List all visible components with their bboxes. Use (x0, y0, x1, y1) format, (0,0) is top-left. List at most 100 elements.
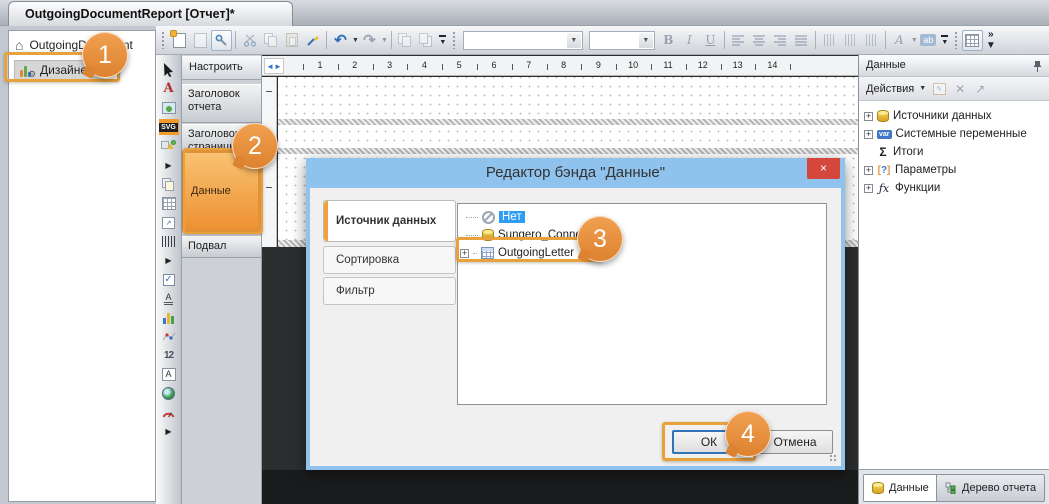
expand-plus-icon[interactable]: + (864, 166, 873, 175)
text-color-dropdown-icon[interactable]: ▼ (911, 37, 918, 44)
band-separator[interactable] (278, 148, 858, 154)
ruler-number: 8 (556, 60, 572, 70)
actions-dropdown-icon[interactable]: ▼ (919, 85, 926, 92)
expand-plus-icon[interactable]: + (864, 184, 873, 193)
cut-icon[interactable] (239, 30, 260, 51)
band-report-title[interactable]: Заголовок отчета (182, 84, 261, 123)
ruler-number: 13 (730, 60, 746, 70)
toolbar-grip[interactable] (954, 31, 959, 49)
paste-icon[interactable] (281, 30, 302, 51)
send-backward-icon[interactable] (416, 30, 437, 51)
italic-button[interactable]: I (679, 30, 700, 51)
pointer-tool-icon[interactable] (160, 62, 178, 77)
document-tab[interactable]: OutgoingDocumentReport [Отчет]* (8, 1, 293, 26)
view-icon[interactable]: ↗ (972, 80, 988, 98)
expand-plus-icon[interactable]: + (864, 112, 873, 121)
ruler-arrows-icon[interactable]: ◄► (264, 58, 284, 74)
textbox-tool-icon[interactable]: A (160, 367, 178, 382)
barcode-tool-icon[interactable] (160, 234, 178, 249)
ruler-tick (303, 64, 304, 70)
toolbox-more-icon[interactable]: ▶ (160, 424, 178, 439)
valign-bottom-icon[interactable] (861, 30, 882, 51)
expand-plus-icon[interactable]: + (864, 130, 873, 139)
subreport-tool-icon[interactable]: ↗ (160, 215, 178, 230)
toolbar-overflow-icon[interactable]: ▼ (939, 30, 951, 51)
ruler-tick (790, 64, 791, 70)
align-left-icon[interactable] (728, 30, 749, 51)
tab-sort[interactable]: Сортировка (323, 246, 456, 274)
new-report-icon[interactable] (169, 30, 190, 51)
band-configure-header[interactable]: Настроить (182, 56, 261, 80)
shape-tool-icon[interactable]: ▲ (160, 139, 178, 154)
pin-icon[interactable] (1033, 60, 1042, 73)
ruler-tick (616, 64, 617, 70)
redo-icon[interactable]: ↷ (359, 30, 380, 51)
ruler-number: 4 (416, 60, 432, 70)
band-separator[interactable] (278, 119, 858, 125)
chart-tool-icon[interactable] (160, 310, 178, 325)
shape-more-icon[interactable]: ▶ (160, 158, 178, 173)
actions-menu[interactable]: Действия (866, 83, 914, 95)
ruler-tick (686, 64, 687, 70)
page-setup-icon[interactable] (190, 30, 211, 51)
checkbox-tool-icon[interactable]: ✓ (160, 272, 178, 287)
close-icon[interactable]: × (807, 158, 840, 179)
copy-icon[interactable] (260, 30, 281, 51)
band-footer[interactable]: Подвал (182, 236, 261, 258)
toolbar-expand-icon[interactable]: »▼ (983, 30, 999, 51)
map-tool-icon[interactable] (160, 386, 178, 401)
ruler-tick (547, 64, 548, 70)
tab-filter[interactable]: Фильтр (323, 277, 456, 305)
image-tool-icon[interactable] (160, 100, 178, 115)
tab-datasource[interactable]: Источник данных (323, 200, 456, 242)
align-center-icon[interactable] (749, 30, 770, 51)
grid-options-icon[interactable] (962, 30, 983, 51)
settings-wrench-icon[interactable] (211, 30, 232, 51)
undo-dropdown-icon[interactable]: ▼ (352, 37, 359, 44)
digits-tool-icon[interactable]: 12 (160, 348, 178, 363)
ruler-tick (512, 64, 513, 70)
text-brush-icon[interactable]: ab (918, 30, 939, 51)
resize-grip[interactable] (828, 453, 838, 463)
bold-button[interactable]: B (658, 30, 679, 51)
toolbar-overflow-icon[interactable]: ▼ (437, 30, 449, 51)
tree-item-datasources[interactable]: + Источники данных (859, 107, 1049, 125)
chevron-down-icon: ▼ (567, 33, 581, 48)
text-tool-icon[interactable]: A (160, 81, 178, 96)
valign-top-icon[interactable] (819, 30, 840, 51)
ruler-tick (581, 64, 582, 70)
report-tree-icon (945, 482, 957, 494)
sparkline-tool-icon[interactable] (160, 329, 178, 344)
barcode-more-icon[interactable]: ▶ (160, 253, 178, 268)
valign-middle-icon[interactable] (840, 30, 861, 51)
undo-icon[interactable]: ↶ (330, 30, 351, 51)
format-painter-icon[interactable] (302, 30, 323, 51)
table-tool-icon[interactable] (160, 196, 178, 211)
bring-forward-icon[interactable] (395, 30, 416, 51)
font-family-combo[interactable]: ▼ (463, 31, 583, 50)
tab-report-tree[interactable]: Дерево отчета (936, 474, 1045, 502)
horizontal-ruler: ◄► 1234567891011121314 (262, 56, 858, 76)
tab-data[interactable]: Данные (863, 474, 938, 502)
panel-tool-icon[interactable] (160, 177, 178, 192)
tree-item-system-variables[interactable]: + var Системные переменные (859, 125, 1049, 143)
ruler-number: 14 (764, 60, 780, 70)
ruler-tick (651, 64, 652, 70)
gauge-tool-icon[interactable] (160, 405, 178, 420)
align-right-icon[interactable] (770, 30, 791, 51)
toolbar-grip[interactable] (452, 31, 457, 49)
delete-icon[interactable]: ✕ (952, 80, 968, 98)
tree-item-functions[interactable]: + ƒx Функции (859, 179, 1049, 197)
align-justify-icon[interactable] (791, 30, 812, 51)
svg-tool-icon[interactable]: SVG (159, 119, 179, 135)
edit-icon[interactable]: ✎ (930, 80, 948, 98)
tree-item-none[interactable]: Нет (458, 208, 826, 226)
underline-button[interactable]: U (700, 30, 721, 51)
redo-dropdown-icon[interactable]: ▼ (381, 37, 388, 44)
richtext-tool-icon[interactable]: A (160, 291, 178, 306)
tree-item-parameters[interactable]: + [?] Параметры (859, 161, 1049, 179)
font-size-combo[interactable]: ▼ (589, 31, 655, 50)
tree-item-totals[interactable]: Σ Итоги (859, 143, 1049, 161)
text-color-icon[interactable]: A (889, 30, 910, 51)
toolbar-grip[interactable] (161, 31, 166, 49)
